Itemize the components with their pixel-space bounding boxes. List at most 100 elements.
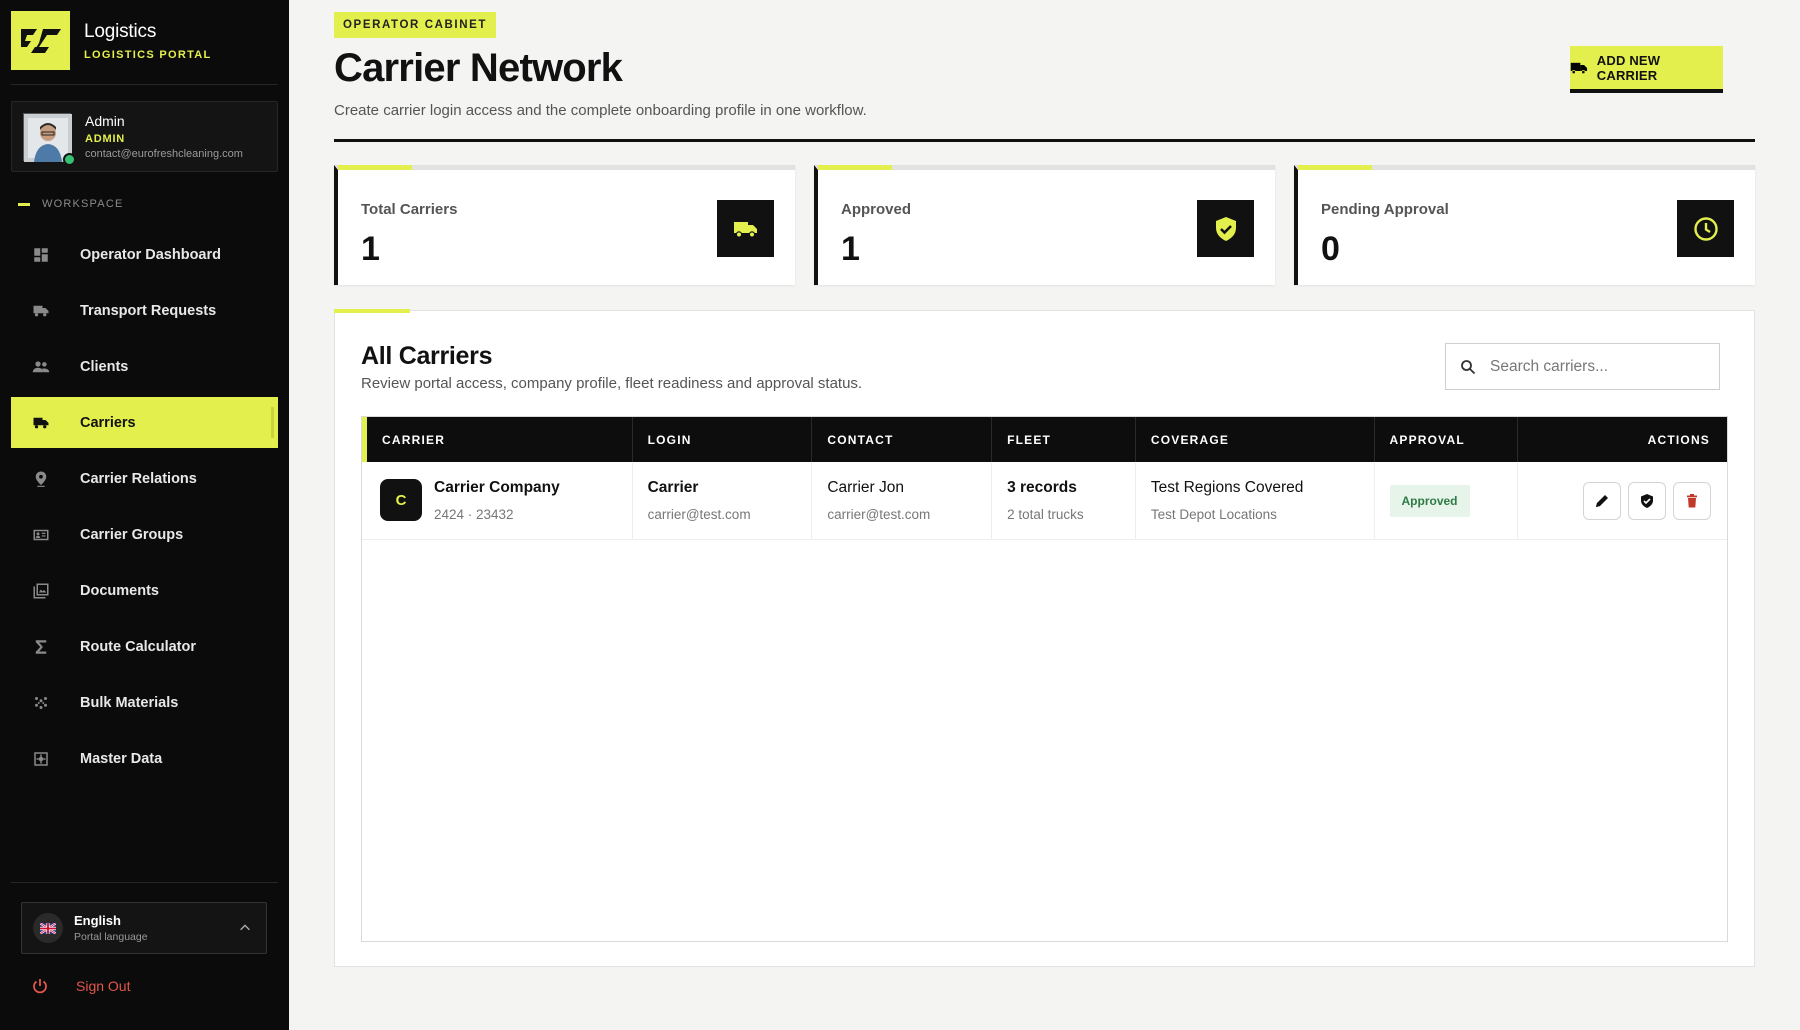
column-header-contact[interactable]: CONTACT <box>812 417 993 462</box>
online-status-dot <box>63 152 76 166</box>
stat-card-pending-approval: Pending Approval 0 <box>1294 165 1755 285</box>
fleet-cell: 3 records 2 total trucks <box>992 462 1136 539</box>
column-header-actions: ACTIONS <box>1647 432 1711 447</box>
language-subtitle: Portal language <box>74 931 148 943</box>
approve-button[interactable] <box>1628 482 1667 520</box>
people-icon <box>31 357 51 377</box>
search-box[interactable] <box>1445 343 1720 390</box>
edit-button[interactable] <box>1583 482 1622 520</box>
fleet-records: 3 records <box>1007 479 1077 496</box>
sidebar-item-master-data[interactable]: Master Data <box>11 733 278 784</box>
user-name: Admin <box>85 113 125 129</box>
stat-label: Pending Approval <box>1321 201 1449 218</box>
column-header-coverage[interactable]: COVERAGE <box>1136 417 1375 462</box>
carrier-initial-badge: C <box>380 479 422 521</box>
column-header-fleet[interactable]: FLEET <box>992 417 1136 462</box>
delete-button[interactable] <box>1673 482 1712 520</box>
stat-accent <box>338 165 412 170</box>
stat-value: 1 <box>361 230 380 268</box>
sign-out-button[interactable]: Sign Out <box>32 978 130 994</box>
all-carriers-panel: All Carriers Review portal access, compa… <box>334 309 1755 967</box>
user-card[interactable]: Admin ADMIN contact@eurofreshcleaning.co… <box>11 101 278 172</box>
logo-icon <box>18 28 61 53</box>
sidebar-item-clients[interactable]: Clients <box>11 341 278 392</box>
id-card-icon <box>31 525 51 545</box>
sidebar-item-route-calculator[interactable]: Route Calculator <box>11 621 278 672</box>
login-email: carrier@test.com <box>647 507 751 522</box>
language-selector[interactable]: English Portal language <box>21 902 267 954</box>
sidebar-nav: Operator Dashboard Transport Requests Cl… <box>11 229 278 789</box>
sign-out-label: Sign Out <box>76 978 131 994</box>
sidebar-item-label: Carrier Relations <box>80 470 197 487</box>
carrier-cell: C Carrier Company 2424 · 23432 <box>362 462 633 539</box>
sidebar-item-label: Carriers <box>80 414 136 431</box>
chevron-up-icon <box>240 924 250 931</box>
logo <box>11 11 70 70</box>
brand-title: Logistics <box>84 20 157 42</box>
sidebar-item-label: Bulk Materials <box>80 694 179 711</box>
page-title: Carrier Network <box>334 46 623 90</box>
add-new-carrier-label: ADD NEW CARRIER <box>1596 52 1661 83</box>
sidebar-item-bulk-materials[interactable]: Bulk Materials <box>11 677 278 728</box>
sidebar-item-label: Operator Dashboard <box>80 246 221 263</box>
sidebar-item-transport-requests[interactable]: Transport Requests <box>11 285 278 336</box>
stat-value: 0 <box>1321 230 1340 268</box>
clock-icon <box>1677 200 1734 257</box>
dashboard-icon <box>31 245 51 265</box>
brand[interactable]: Logistics LOGISTICS PORTAL <box>11 11 212 70</box>
trash-icon <box>1687 494 1698 508</box>
truck-icon <box>31 413 51 433</box>
contact-name: Carrier Jon <box>827 479 904 496</box>
avatar <box>23 112 76 166</box>
column-header-login[interactable]: LOGIN <box>633 417 813 462</box>
page-eyebrow: OPERATOR CABINET <box>334 12 497 38</box>
power-icon <box>33 979 47 994</box>
sidebar-item-carriers[interactable]: Carriers <box>11 397 278 448</box>
header-divider <box>334 139 1755 142</box>
truck-icon <box>31 301 51 321</box>
language-name: English <box>74 913 121 928</box>
sidebar-item-label: Documents <box>80 582 159 599</box>
sidebar-item-label: Master Data <box>80 750 163 767</box>
sidebar-item-carrier-relations[interactable]: Carrier Relations <box>11 453 278 504</box>
image-stack-icon <box>31 581 51 601</box>
sidebar-item-documents[interactable]: Documents <box>11 565 278 616</box>
sidebar-item-carrier-groups[interactable]: Carrier Groups <box>11 509 278 560</box>
column-header-approval[interactable]: APPROVAL <box>1375 417 1519 462</box>
coverage-cell: Test Regions Covered Test Depot Location… <box>1136 462 1375 539</box>
contact-cell: Carrier Jon carrier@test.com <box>812 462 993 539</box>
divider <box>11 84 278 85</box>
login-cell: Carrier carrier@test.com <box>633 462 813 539</box>
stat-accent <box>818 165 892 170</box>
stat-card-total-carriers: Total Carriers 1 <box>334 165 795 285</box>
stat-card-approved: Approved 1 <box>814 165 1275 285</box>
contact-email: carrier@test.com <box>827 507 931 522</box>
user-role: ADMIN <box>85 133 126 145</box>
search-icon <box>1461 359 1476 374</box>
add-new-carrier-button[interactable]: ADD NEW CARRIER <box>1570 46 1723 93</box>
sidebar-item-label: Route Calculator <box>80 638 197 655</box>
sidebar-item-operator-dashboard[interactable]: Operator Dashboard <box>11 229 278 280</box>
search-input[interactable] <box>1490 357 1710 376</box>
approval-cell: Approved <box>1375 462 1519 539</box>
shield-check-icon <box>1641 494 1654 508</box>
brand-subtitle: LOGISTICS PORTAL <box>84 48 212 61</box>
page-description: Create carrier login access and the comp… <box>334 102 867 119</box>
status-badge: Approved <box>1389 485 1470 517</box>
stat-label: Total Carriers <box>361 201 458 218</box>
sigma-icon <box>31 637 51 657</box>
grain-icon <box>31 693 51 713</box>
sidebar: Logistics LOGISTICS PORTAL Admin ADMIN c… <box>0 0 289 1030</box>
stat-value: 1 <box>841 230 860 268</box>
divider <box>11 882 278 883</box>
table-row[interactable]: C Carrier Company 2424 · 23432 Carrier c… <box>362 462 1727 540</box>
actions-cell <box>1518 462 1727 539</box>
fleet-trucks: 2 total trucks <box>1007 507 1084 522</box>
panel-title: All Carriers <box>361 342 493 370</box>
truck-icon <box>1570 62 1588 74</box>
shield-check-icon <box>1197 200 1254 257</box>
sidebar-item-label: Transport Requests <box>80 302 217 319</box>
truck-icon <box>717 200 774 257</box>
column-header-carrier[interactable]: CARRIER <box>367 417 633 462</box>
coverage-depots: Test Depot Locations <box>1150 507 1277 522</box>
